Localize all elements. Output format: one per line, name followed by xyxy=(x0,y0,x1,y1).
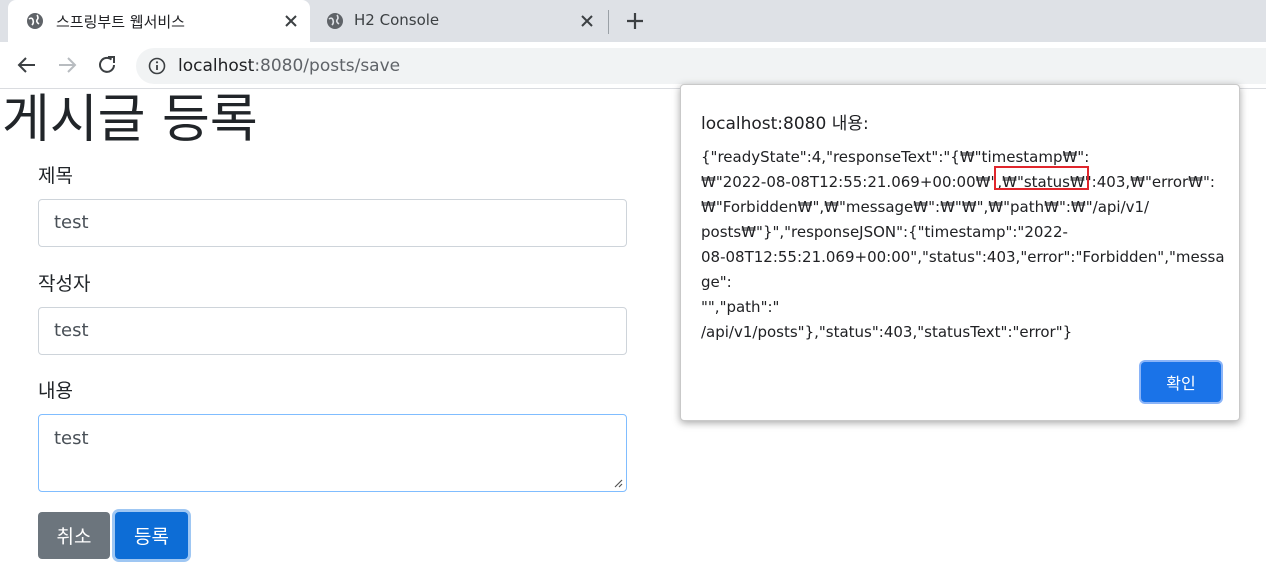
reload-icon[interactable] xyxy=(95,53,119,77)
tab-title: 스프링부트 웹서비스 xyxy=(56,13,185,31)
tab-h2-console[interactable]: H2 Console xyxy=(314,0,606,42)
dialog-title: localhost:8080 내용: xyxy=(701,114,869,134)
url-text: localhost:8080/posts/save xyxy=(178,56,400,76)
info-icon[interactable] xyxy=(148,57,166,75)
close-icon[interactable] xyxy=(578,12,596,30)
new-tab-icon[interactable] xyxy=(624,10,646,32)
globe-icon xyxy=(327,13,343,29)
browser-tabstrip: 스프링부트 웹서비스 H2 Console xyxy=(0,0,1266,42)
alert-dialog: localhost:8080 내용: {"readyState":4,"resp… xyxy=(680,84,1240,421)
content-label: 내용 xyxy=(38,380,73,402)
title-label: 제목 xyxy=(38,165,73,187)
page-title: 게시글 등록 xyxy=(2,90,258,150)
dialog-message: {"readyState":4,"responseText":"{₩"times… xyxy=(701,148,1225,341)
status-highlight-box xyxy=(994,166,1089,190)
content-value: test xyxy=(54,428,89,449)
tab-spring-boot[interactable]: 스프링부트 웹서비스 xyxy=(8,0,310,42)
browser-toolbar: localhost:8080/posts/save xyxy=(0,42,1266,89)
resize-handle-icon[interactable] xyxy=(613,478,623,488)
address-bar[interactable]: localhost:8080/posts/save xyxy=(136,48,1266,84)
url-path: :8080/posts/save xyxy=(254,56,401,76)
cancel-button[interactable]: 취소 xyxy=(38,512,110,559)
author-input[interactable]: test xyxy=(38,307,627,355)
tab-title: H2 Console xyxy=(354,11,440,29)
close-icon[interactable] xyxy=(282,12,300,30)
url-host: localhost xyxy=(178,56,255,76)
forward-arrow-icon[interactable] xyxy=(55,53,79,77)
save-button[interactable]: 등록 xyxy=(115,512,188,559)
tab-separator xyxy=(608,10,609,34)
ok-button[interactable]: 확인 xyxy=(1141,362,1221,402)
title-input[interactable]: test xyxy=(38,199,627,247)
globe-icon xyxy=(27,13,43,29)
content-textarea[interactable]: test xyxy=(38,414,627,492)
author-label: 작성자 xyxy=(38,273,91,295)
back-arrow-icon[interactable] xyxy=(15,53,39,77)
